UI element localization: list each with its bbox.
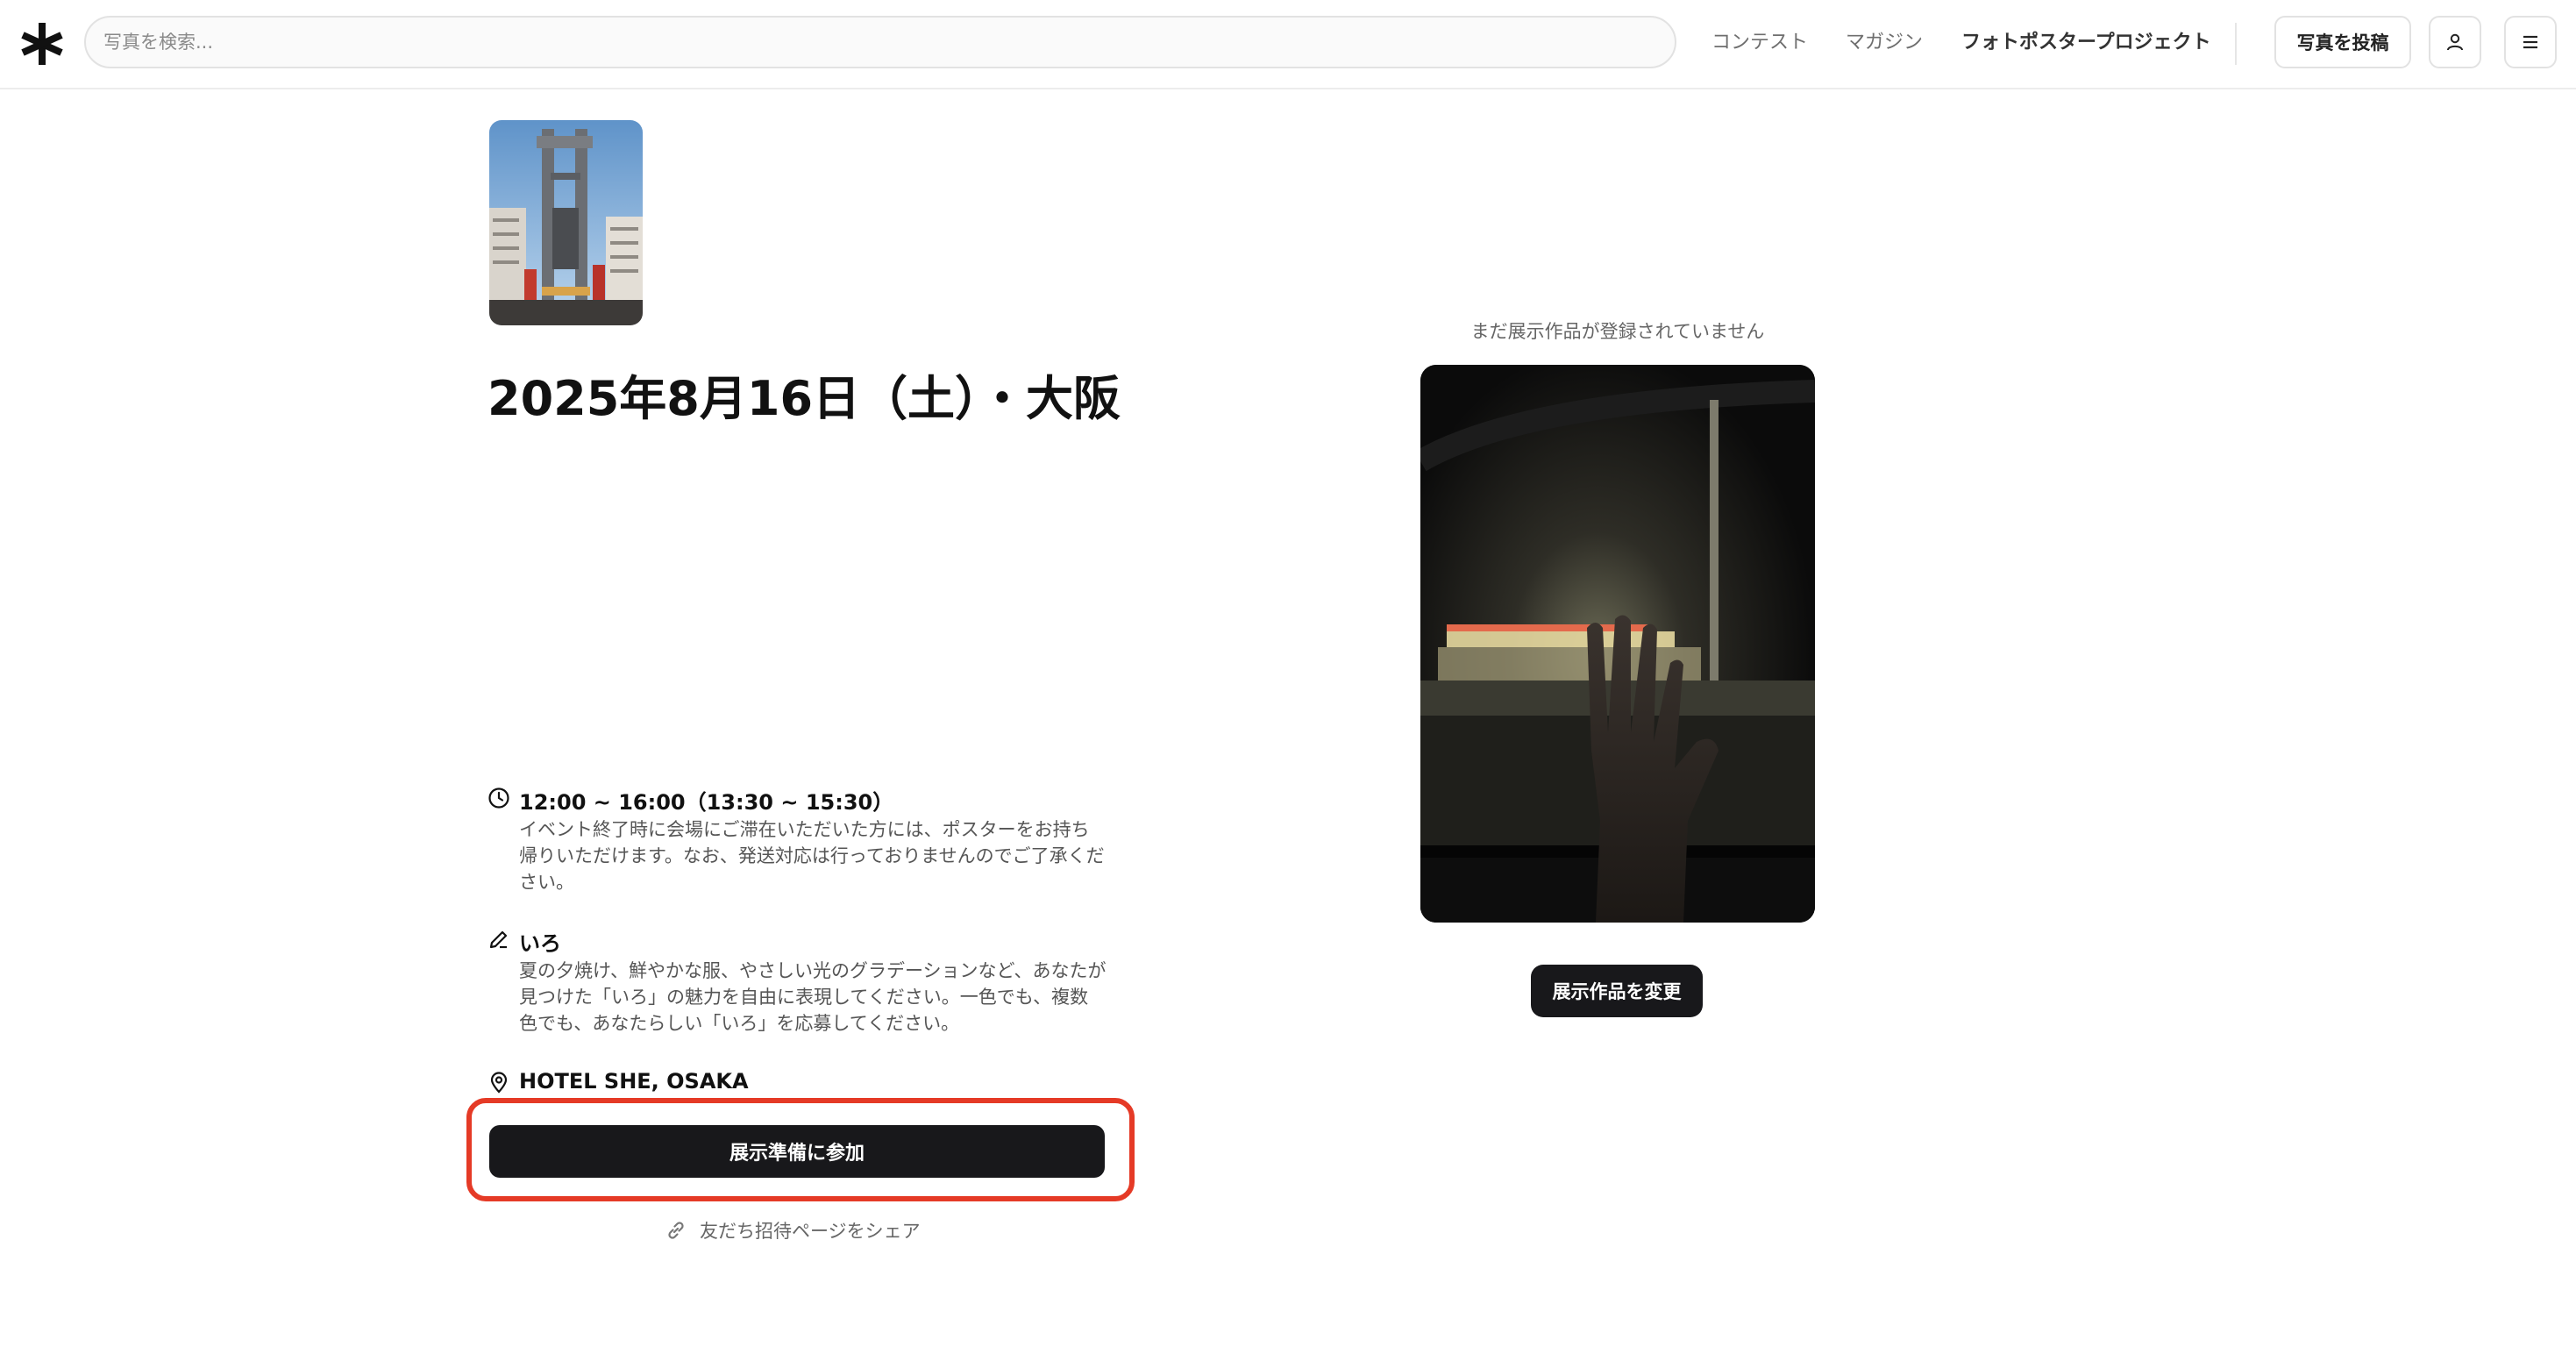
- user-icon: [2447, 33, 2463, 51]
- exhibit-photo: [1420, 365, 1815, 923]
- menu-button[interactable]: [2504, 16, 2557, 68]
- event-time-description: イベント終了時に会場にご滞在いただいた方には、ポスターをお持ち帰りいただけます。…: [519, 819, 1105, 893]
- clock-icon: [488, 787, 509, 809]
- event-title: 2025年8月16日（土）・大阪: [487, 371, 1121, 426]
- join-exhibition-prep-button[interactable]: 展示準備に参加: [489, 1125, 1105, 1178]
- post-photo-button[interactable]: 写真を投稿: [2274, 16, 2411, 68]
- share-invite-page-link[interactable]: 友だち招待ページをシェア: [665, 1217, 921, 1244]
- event-poster-thumbnail: [489, 120, 643, 325]
- share-link-label: 友だち招待ページをシェア: [700, 1221, 921, 1242]
- pencil-icon: [489, 930, 508, 949]
- top-navigation-bar: コンテスト マガジン フォトポスタープロジェクト 写真を投稿: [0, 0, 2576, 89]
- event-time-label: 12:00 ~ 16:00（13:30 ~ 15:30）: [519, 790, 894, 815]
- event-location-label: HOTEL SHE, OSAKA: [519, 1069, 749, 1094]
- map-pin-icon: [490, 1072, 508, 1094]
- search-input[interactable]: [84, 16, 1676, 68]
- hamburger-menu-icon: [2523, 35, 2537, 49]
- nav-link-contest[interactable]: コンテスト: [1711, 26, 1808, 54]
- asterisk-logo-icon[interactable]: [18, 19, 67, 68]
- event-theme-description: 夏の夕焼け、鮮やかな服、やさしい光のグラデーションなど、あなたが見つけた「いろ」…: [519, 960, 1107, 1034]
- nav-link-photo-poster-project[interactable]: フォトポスタープロジェクト: [1961, 26, 2211, 54]
- event-theme-label: いろ: [519, 931, 561, 956]
- exhibit-status-text: まだ展示作品が登録されていません: [1470, 321, 1765, 342]
- link-icon: [668, 1222, 684, 1239]
- change-exhibit-button[interactable]: 展示作品を変更: [1531, 965, 1703, 1017]
- nav-divider: [2235, 23, 2237, 65]
- nav-link-magazine[interactable]: マガジン: [1846, 26, 1923, 54]
- profile-button[interactable]: [2429, 16, 2481, 68]
